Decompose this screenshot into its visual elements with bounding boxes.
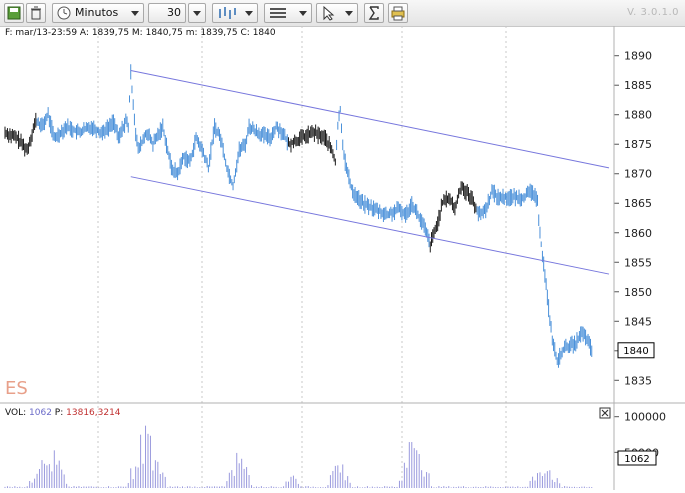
indicators-select[interactable]: [264, 3, 312, 23]
trash-icon: [31, 6, 41, 20]
list-icon: [270, 8, 286, 18]
chevron-down-icon: [245, 11, 253, 16]
price-tick-label: 1890: [624, 50, 652, 63]
chevron-down-icon: [131, 11, 139, 16]
price-bars: [4, 64, 593, 368]
print-button[interactable]: [388, 3, 408, 23]
channel-line: [130, 176, 610, 275]
price-tick-label: 1875: [624, 138, 652, 151]
save-button[interactable]: [4, 3, 24, 23]
print-icon: [391, 6, 405, 21]
clock-icon: [57, 6, 71, 20]
close-panel-button[interactable]: [599, 407, 611, 419]
price-chart[interactable]: 1835 1840 1845 1850 1855 1860 1865 1870 1875 1880…: [0, 26, 685, 490]
chevron-down-icon: [345, 11, 353, 16]
volume-info: VOL: 1062 P: 13816,3214: [5, 408, 121, 418]
symbol-label: ES: [5, 378, 28, 399]
volume-tick-label: 100000: [624, 411, 666, 424]
cursor-tool-select[interactable]: [316, 3, 358, 23]
price-tick-label: 1885: [624, 79, 652, 92]
chart-type-select[interactable]: [212, 3, 258, 23]
timeframe-select[interactable]: Minutos: [52, 3, 144, 23]
price-tick-label: 1850: [624, 286, 652, 299]
chart-area[interactable]: 1835 1840 1845 1850 1855 1860 1865 1870 1875 1880…: [0, 26, 685, 493]
toolbar: Minutos 30 V. 3.0.1.0: [0, 0, 685, 27]
price-tick-label: 1880: [624, 109, 652, 122]
ohlc-icon: [219, 7, 236, 19]
last-volume-label: 1062: [624, 454, 649, 465]
sigma-icon: [368, 6, 379, 20]
last-volume-tag: 1062: [617, 450, 657, 466]
price-tick-label: 1835: [624, 374, 652, 387]
version-label: V. 3.0.1.0: [627, 7, 679, 18]
cursor-icon: [323, 5, 335, 21]
chevron-down-icon: [193, 11, 201, 16]
price-tick-label: 1855: [624, 256, 652, 269]
grid-lines: [97, 26, 507, 490]
floppy-icon: [7, 6, 21, 20]
sum-button[interactable]: [364, 3, 384, 23]
price-tick-label: 1865: [624, 197, 652, 210]
price-axis: 1835 1840 1845 1850 1855 1860 1865 1870 1875 1880…: [614, 50, 652, 387]
period-input[interactable]: 30: [148, 3, 186, 23]
last-price-label: 1840: [623, 346, 648, 357]
period-value: 30: [167, 6, 181, 19]
delete-button[interactable]: [26, 3, 46, 23]
info-bar: F: mar/13-23:59 A: 1839,75 M: 1840,75 m:…: [5, 28, 276, 38]
timeframe-label: Minutos: [75, 6, 119, 19]
last-price-tag: 1840: [617, 342, 655, 359]
price-tick-label: 1870: [624, 168, 652, 181]
chevron-down-icon: [299, 11, 307, 16]
price-tick-label: 1860: [624, 227, 652, 240]
volume-bars: [4, 425, 593, 488]
period-dropdown[interactable]: [188, 3, 206, 23]
price-tick-label: 1845: [624, 315, 652, 328]
